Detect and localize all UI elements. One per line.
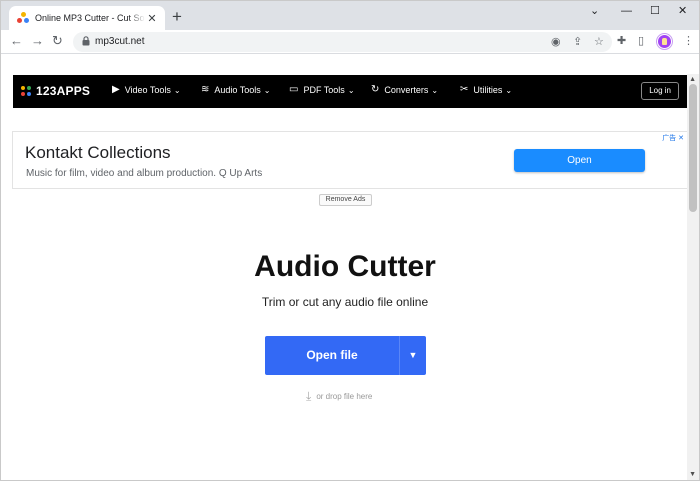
tab-strip: Online MP3 Cutter - Cut Songs, Make Ring… <box>1 1 699 30</box>
scroll-down-icon[interactable]: ▼ <box>689 471 696 478</box>
tab-close-icon[interactable]: ✕ <box>145 12 159 25</box>
download-tray-icon: ⤓ <box>306 389 312 403</box>
reload-icon[interactable]: ↻ <box>52 33 63 49</box>
site-nav: 123APPS ▶ Video Tools ⌄ ≋ Audio Tools ⌄ … <box>13 75 687 108</box>
page-scrollbar[interactable]: ▲ ▼ <box>687 74 699 480</box>
maximize-icon[interactable]: ☐ <box>650 4 660 18</box>
brand-dots-icon <box>21 85 32 97</box>
convert-icon: ↻ <box>371 84 380 95</box>
open-file-button-group: Open file ▼ <box>265 336 426 375</box>
chevron-down-icon: ⌄ <box>431 85 439 95</box>
nav-label: Video Tools <box>124 85 171 95</box>
brand-logo[interactable]: 123APPS <box>21 84 90 98</box>
brand-name: 123APPS <box>36 84 91 98</box>
nav-label: Converters <box>384 85 429 95</box>
nav-audio-tools[interactable]: ≋ Audio Tools ⌄ <box>201 84 271 96</box>
back-icon[interactable]: ← <box>10 33 23 49</box>
new-tab-icon[interactable]: + <box>172 7 182 27</box>
chevron-down-icon: ⌄ <box>505 85 513 95</box>
nav-pdf-tools[interactable]: ▭ PDF Tools ⌄ <box>289 84 355 96</box>
open-source-dropdown-chevron-icon[interactable]: ▼ <box>399 336 426 375</box>
ad-subtitle: Music for film, video and album producti… <box>26 168 263 179</box>
browser-tab[interactable]: Online MP3 Cutter - Cut Songs, Make Ring… <box>9 6 165 30</box>
url-text: mp3cut.net <box>95 36 145 47</box>
page-title: Audio Cutter <box>254 250 436 283</box>
chevron-down-icon: ⌄ <box>173 85 181 95</box>
nav-video-tools[interactable]: ▶ Video Tools ⌄ <box>112 84 181 96</box>
share-icon[interactable]: ⇪ <box>573 35 582 49</box>
audio-wave-icon: ≋ <box>201 84 210 95</box>
tracking-blocked-icon[interactable]: ◉ <box>551 35 561 49</box>
video-icon: ▶ <box>112 84 120 95</box>
page-subtitle: Trim or cut any audio file online <box>261 295 429 309</box>
side-panel-icon[interactable]: ▯ <box>638 34 644 48</box>
browser-toolbar: ← → ↻ mp3cut.net ◉ ⇪ ☆ ✚ ▯ ⋮ <box>1 30 699 54</box>
scroll-thumb[interactable] <box>689 84 697 212</box>
ad-choices-badge[interactable]: 广告 ✕ <box>662 133 684 143</box>
lock-icon <box>82 36 90 46</box>
ad-title: Kontakt Collections <box>25 143 171 162</box>
chevron-down-icon: ⌄ <box>263 85 271 95</box>
scroll-up-icon[interactable]: ▲ <box>689 76 696 83</box>
tools-icon: ✂ <box>460 84 469 95</box>
nav-label: Utilities <box>473 85 503 95</box>
remove-ads-button[interactable]: Remove Ads <box>319 194 372 206</box>
address-bar[interactable]: mp3cut.net ◉ ⇪ ☆ <box>73 32 612 52</box>
close-window-icon[interactable]: ✕ <box>678 4 687 18</box>
nav-label: Audio Tools <box>214 85 261 95</box>
nav-converters[interactable]: ↻ Converters ⌄ <box>371 84 439 96</box>
bookmark-star-icon[interactable]: ☆ <box>594 35 604 49</box>
profile-avatar[interactable] <box>657 34 672 49</box>
browser-window: Online MP3 Cutter - Cut Songs, Make Ring… <box>0 0 700 481</box>
favicon-icon <box>17 12 29 24</box>
minimize-icon[interactable]: — <box>621 4 632 18</box>
ad-banner[interactable]: Kontakt Collections Music for film, vide… <box>12 131 688 189</box>
open-file-button[interactable]: Open file <box>265 336 399 375</box>
nav-utilities[interactable]: ✂ Utilities ⌄ <box>460 84 513 96</box>
page-viewport: 123APPS ▶ Video Tools ⌄ ≋ Audio Tools ⌄ … <box>1 74 699 480</box>
chevron-down-icon: ⌄ <box>347 85 355 95</box>
forward-icon[interactable]: → <box>31 33 44 49</box>
menu-kebab-icon[interactable]: ⋮ <box>683 34 694 48</box>
document-icon: ▭ <box>289 84 299 95</box>
drop-zone-hint: ⤓ or drop file here <box>306 390 372 402</box>
ad-open-button[interactable]: Open <box>514 149 645 172</box>
extensions-icon[interactable]: ✚ <box>617 34 626 48</box>
nav-label: PDF Tools <box>303 85 345 95</box>
drop-hint-text: or drop file here <box>316 391 373 401</box>
login-button[interactable]: Log in <box>641 82 679 100</box>
tab-title: Online MP3 Cutter - Cut Songs, Make Ring… <box>35 13 145 23</box>
tab-search-icon[interactable]: ⌄ <box>590 4 599 18</box>
